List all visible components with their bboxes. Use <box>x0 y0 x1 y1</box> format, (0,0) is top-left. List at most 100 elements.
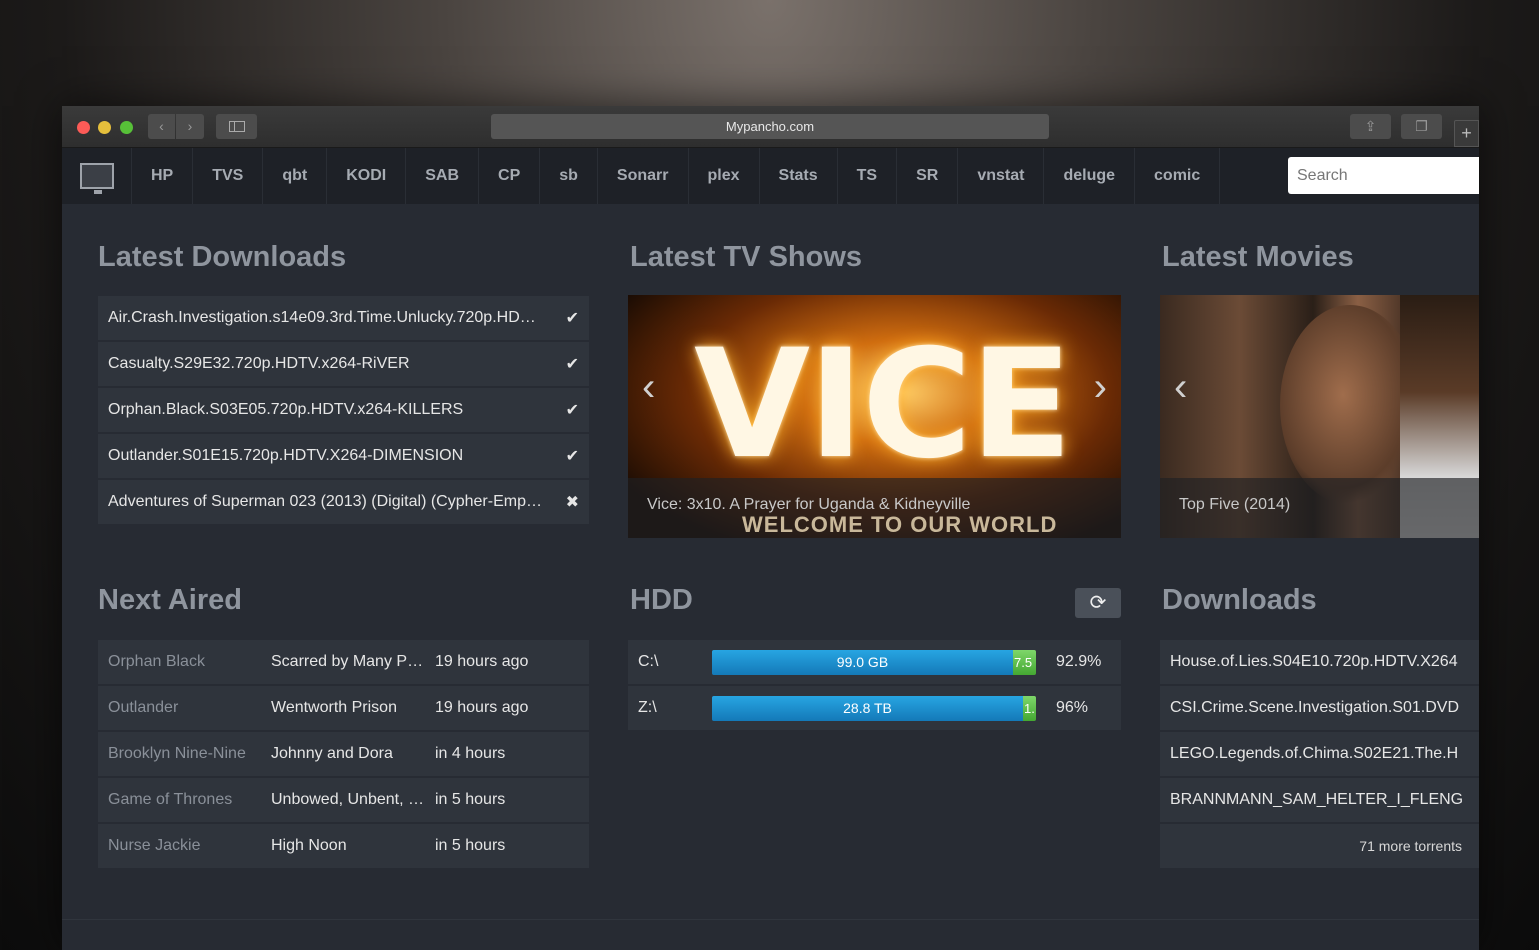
minimize-window-button[interactable] <box>98 121 111 134</box>
show-name: Brooklyn Nine-Nine <box>108 745 246 762</box>
table-row[interactable]: Nurse Jackie High Noon in 5 hours <box>98 824 589 868</box>
close-window-button[interactable] <box>77 121 90 134</box>
tabs-icon: ❐ <box>1415 118 1428 134</box>
share-icon: ⇪ <box>1364 118 1377 134</box>
drive-percent: 92.9% <box>1056 653 1102 670</box>
nav-item-vnstat[interactable]: vnstat <box>958 148 1045 204</box>
app-navbar: HP TVS qbt KODI SAB CP sb Sonarr plex St… <box>62 148 1479 204</box>
drive-usage-bar: 99.0 GB 7.5 <box>712 650 1036 675</box>
tv-caption-text: Vice: 3x10. A Prayer for Uganda & Kidney… <box>647 496 971 513</box>
list-item[interactable]: Air.Crash.Investigation.s14e09.3rd.Time.… <box>98 296 589 340</box>
latest-downloads-title: Latest Downloads <box>98 241 347 273</box>
table-row[interactable]: Brooklyn Nine-Nine Johnny and Dora in 4 … <box>98 732 589 776</box>
air-time: 19 hours ago <box>435 699 529 716</box>
list-item[interactable]: Adventures of Superman 023 (2013) (Digit… <box>98 480 589 524</box>
latest-tv-carousel[interactable]: VICE Vice: 3x10. A Prayer for Uganda & K… <box>628 295 1121 538</box>
air-time: in 5 hours <box>435 791 506 808</box>
back-button[interactable]: ‹ <box>148 114 175 139</box>
hdd-list: C:\ 99.0 GB 7.5 92.9% Z:\ 28.8 TB 1. 96% <box>628 640 1121 732</box>
sidebar-toggle-button[interactable] <box>216 114 257 139</box>
drive-label: C:\ <box>638 653 659 670</box>
nav-item-qbt[interactable]: qbt <box>263 148 328 204</box>
nav-item-plex[interactable]: plex <box>689 148 760 204</box>
forward-button[interactable]: › <box>176 114 204 139</box>
torrent-name: BRANNMANN_SAM_HELTER_I_FLENG <box>1170 791 1464 808</box>
show-tabs-button[interactable]: ❐ <box>1401 114 1442 139</box>
latest-tv-title: Latest TV Shows <box>630 241 863 273</box>
chevron-left-icon: ‹ <box>159 118 164 134</box>
nav-item-sb[interactable]: sb <box>540 148 598 204</box>
nav-item-sr[interactable]: SR <box>897 148 959 204</box>
plus-icon: + <box>1461 123 1472 143</box>
drive-free-fill: 7.5 <box>1013 650 1036 675</box>
drive-usage-bar: 28.8 TB 1. <box>712 696 1036 721</box>
drive-free-label: 7.5 <box>1014 655 1033 670</box>
tv-art-subtitle: WELCOME TO OUR WORLD <box>742 512 1058 537</box>
download-name: Air.Crash.Investigation.s14e09.3rd.Time.… <box>108 309 543 326</box>
episode-title: High Noon <box>271 837 347 854</box>
show-name: Orphan Black <box>108 653 205 670</box>
episode-title: Wentworth Prison <box>271 699 397 716</box>
list-item[interactable]: Orphan.Black.S03E05.720p.HDTV.x264-KILLE… <box>98 388 589 432</box>
show-name: Outlander <box>108 699 179 716</box>
check-icon: ✔ <box>565 448 579 465</box>
movie-caption: Top Five (2014) <box>1160 478 1479 538</box>
sidebar-icon <box>228 120 245 132</box>
nav-item-sab[interactable]: SAB <box>406 148 480 204</box>
movie-carousel-prev-button[interactable]: ‹ <box>1174 367 1187 407</box>
drive-used-fill: 99.0 GB <box>712 650 1013 675</box>
download-name: Casualty.S29E32.720p.HDTV.x264-RiVER <box>108 355 410 372</box>
share-button[interactable]: ⇪ <box>1350 114 1391 139</box>
carousel-prev-button[interactable]: ‹ <box>642 367 655 407</box>
more-torrents-link[interactable]: 71 more torrents <box>1160 824 1479 868</box>
hdd-title: HDD <box>630 584 693 616</box>
drive-used-label: 28.8 TB <box>843 700 892 716</box>
table-row[interactable]: Outlander Wentworth Prison 19 hours ago <box>98 686 589 730</box>
address-bar[interactable]: Mypancho.com <box>491 114 1049 139</box>
refresh-button[interactable]: ⟳ <box>1075 588 1121 618</box>
carousel-next-button[interactable]: › <box>1094 367 1107 407</box>
drive-label: Z:\ <box>638 699 657 716</box>
monitor-icon <box>79 163 114 194</box>
list-item[interactable]: CSI.Crime.Scene.Investigation.S01.DVD <box>1160 686 1479 730</box>
list-item[interactable]: LEGO.Legends.of.Chima.S02E21.The.H <box>1160 732 1479 776</box>
drive-row: C:\ 99.0 GB 7.5 92.9% <box>628 640 1121 684</box>
list-item[interactable]: House.of.Lies.S04E10.720p.HDTV.X264 <box>1160 640 1479 684</box>
check-icon: ✔ <box>565 402 579 419</box>
episode-title: Johnny and Dora <box>271 745 393 762</box>
search-input[interactable] <box>1288 157 1479 194</box>
nav-item-kodi[interactable]: KODI <box>327 148 407 204</box>
torrent-name: House.of.Lies.S04E10.720p.HDTV.X264 <box>1170 653 1458 670</box>
latest-movies-carousel[interactable]: Top Five (2014) ‹ <box>1160 295 1479 538</box>
nav-item-sonarr[interactable]: Sonarr <box>598 148 689 204</box>
nav-item-comic[interactable]: comic <box>1135 148 1221 204</box>
show-name: Game of Thrones <box>108 791 233 808</box>
nav-item-cp[interactable]: CP <box>479 148 541 204</box>
list-item[interactable]: Outlander.S01E15.720p.HDTV.X264-DIMENSIO… <box>98 434 589 478</box>
drive-used-fill: 28.8 TB <box>712 696 1024 721</box>
footer-divider <box>62 919 1479 920</box>
check-icon: ✔ <box>565 356 579 373</box>
movie-caption-text: Top Five (2014) <box>1179 496 1291 513</box>
zoom-window-button[interactable] <box>120 121 133 134</box>
chevron-right-icon: › <box>187 118 193 134</box>
table-row[interactable]: Orphan Black Scarred by Many Past Fright… <box>98 640 589 684</box>
app-logo[interactable] <box>62 148 132 204</box>
download-name: Adventures of Superman 023 (2013) (Digit… <box>108 493 543 510</box>
new-tab-button[interactable]: + <box>1454 120 1479 147</box>
nav-item-deluge[interactable]: deluge <box>1044 148 1136 204</box>
latest-downloads-list: Air.Crash.Investigation.s14e09.3rd.Time.… <box>98 296 589 526</box>
table-row[interactable]: Game of Thrones Unbowed, Unbent, Unbroke… <box>98 778 589 822</box>
tv-art-title: VICE <box>694 318 1072 492</box>
list-item[interactable]: BRANNMANN_SAM_HELTER_I_FLENG <box>1160 778 1479 822</box>
episode-title: Unbowed, Unbent, Unbroken <box>271 791 435 808</box>
latest-movies-title: Latest Movies <box>1162 241 1354 273</box>
browser-window: ‹ › Mypancho.com ⇪ ❐ + HP TVS qbt KODI S… <box>62 106 1479 950</box>
nav-item-stats[interactable]: Stats <box>760 148 838 204</box>
show-name: Nurse Jackie <box>108 837 201 854</box>
nav-item-ts[interactable]: TS <box>838 148 898 204</box>
list-item[interactable]: Casualty.S29E32.720p.HDTV.x264-RiVER ✔ <box>98 342 589 386</box>
drive-used-label: 99.0 GB <box>836 654 889 670</box>
nav-item-hp[interactable]: HP <box>132 148 194 204</box>
nav-item-tvs[interactable]: TVS <box>193 148 264 204</box>
